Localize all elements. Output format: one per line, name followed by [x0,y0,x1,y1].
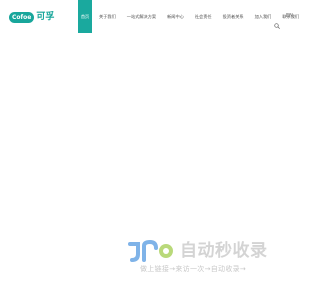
search-icon[interactable] [274,14,280,29]
nav-item-investors[interactable]: 投资者关系 [219,0,248,33]
brand-cn-name: 可孚 [36,12,55,22]
watermark-subtitle: 做上链接→来访一次→自动收录→ [140,265,247,273]
nav-item-solutions[interactable]: 一站式解决方案 [123,0,160,33]
nav-item-about[interactable]: 关于我们 [95,0,120,33]
main-nav: 首页 关于我们 一站式解决方案 新闻中心 社会责任 投资者关系 加入我们 联系我… [78,0,306,33]
brand-pill: Cofoe [9,11,35,23]
brand-logo[interactable]: Cofoe 可孚 [9,11,54,23]
nav-item-home[interactable]: 首页 [78,0,92,33]
watermark-badge: 自动秒收录 做上链接→来访一次→自动收录→ [128,239,288,280]
page: Cofoe 可孚 首页 关于我们 一站式解决方案 新闻中心 社会责任 投资者关系… [0,0,300,300]
nav-item-social-responsibility[interactable]: 社会责任 [191,0,216,33]
nav-item-join-us[interactable]: 加入我们 [251,0,276,33]
nav-item-news[interactable]: 新闻中心 [163,0,188,33]
watermark-logo-icon [128,239,176,262]
watermark-title: 自动秒收录 [180,241,268,261]
language-switch[interactable]: EN [286,13,293,19]
site-header: Cofoe 可孚 首页 关于我们 一站式解决方案 新闻中心 社会责任 投资者关系… [0,0,300,33]
